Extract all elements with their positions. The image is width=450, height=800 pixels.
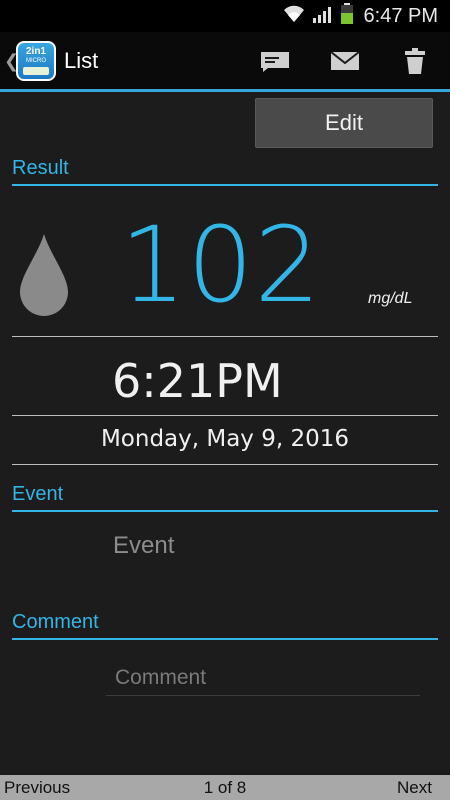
- event-header-line: [12, 510, 438, 512]
- app-logo: 2in1 MICRO: [16, 41, 56, 81]
- trash-icon: [405, 48, 425, 74]
- edit-button[interactable]: Edit: [255, 98, 433, 148]
- divider: [12, 336, 438, 337]
- blood-drop-icon: [18, 232, 70, 322]
- page-title: List: [64, 48, 99, 73]
- back-caret-icon: ❮: [4, 50, 20, 72]
- email-button[interactable]: [328, 44, 362, 78]
- result-unit: mg/dL: [368, 290, 413, 307]
- wifi-icon: [282, 4, 306, 28]
- reading-date: Monday, May 9, 2016: [100, 426, 350, 452]
- divider: [12, 464, 438, 465]
- message-button[interactable]: [258, 44, 292, 78]
- event-field[interactable]: Event: [113, 532, 174, 560]
- next-button[interactable]: Next: [397, 778, 450, 798]
- status-icons: [282, 3, 354, 29]
- signal-icon: [312, 4, 334, 28]
- comment-input[interactable]: [106, 660, 420, 696]
- message-icon: [261, 52, 289, 72]
- action-bar-underline: [0, 89, 450, 92]
- result-header-line: [12, 184, 438, 186]
- previous-button[interactable]: Previous: [0, 778, 70, 798]
- result-header: Result: [12, 157, 69, 179]
- action-buttons: [258, 32, 432, 90]
- divider: [12, 415, 438, 416]
- action-bar: ❮ 2in1 MICRO List: [0, 32, 450, 90]
- delete-button[interactable]: [398, 44, 432, 78]
- status-time: 6:47 PM: [363, 4, 438, 27]
- battery-icon: [340, 3, 354, 29]
- up-button[interactable]: ❮ 2in1 MICRO List: [0, 32, 98, 90]
- comment-header: Comment: [12, 611, 99, 633]
- status-bar: 6:47 PM: [0, 0, 450, 32]
- reading-time: 6:21PM: [112, 354, 283, 408]
- result-value: 102: [120, 204, 322, 326]
- email-icon: [330, 51, 360, 70]
- comment-header-line: [12, 638, 438, 640]
- event-header: Event: [12, 483, 64, 505]
- pagination-bar: Previous 1 of 8 Next: [0, 775, 450, 800]
